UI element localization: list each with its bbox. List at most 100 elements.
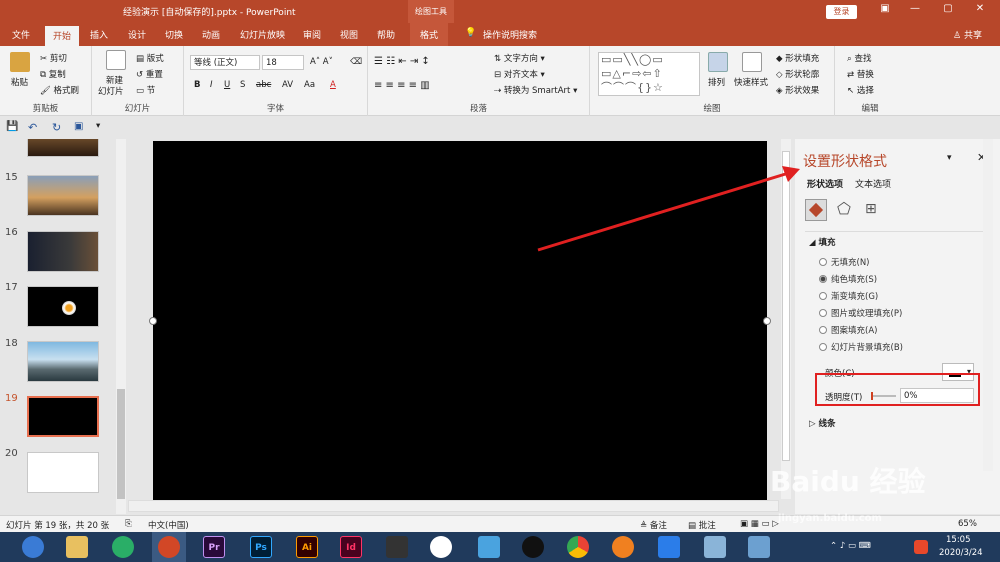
start-slideshow-icon[interactable]: ▣ <box>74 121 83 132</box>
notes-button[interactable]: ≜ 备注 <box>640 519 667 531</box>
shapes-gallery[interactable]: ▭▭╲╲◯▭ ▭△⌐⇨⇦⇧ ⌒⌒⌒{}☆ <box>598 52 700 96</box>
layout-button[interactable]: ▤ 版式 <box>136 52 164 64</box>
media-player-icon[interactable] <box>430 536 452 558</box>
restore-button[interactable]: ▢ <box>938 3 958 14</box>
thumb-17[interactable] <box>27 286 99 327</box>
font-family-select[interactable]: 等线 (正文) <box>190 55 260 70</box>
file-explorer-icon[interactable] <box>66 536 88 558</box>
qq-icon[interactable] <box>522 536 544 558</box>
shape-fill-button[interactable]: ◆ 形状填充 <box>776 52 819 64</box>
tab-insert[interactable]: 插入 <box>90 28 108 41</box>
login-button[interactable]: 登录 <box>826 5 857 19</box>
copy-button[interactable]: ⧉ 复制 <box>40 68 66 80</box>
reset-button[interactable]: ↺ 重置 <box>136 68 163 80</box>
comments-button[interactable]: ▤ 批注 <box>688 519 716 531</box>
cut-button[interactable]: ✂ 剪切 <box>40 52 67 64</box>
shadow-button[interactable]: S <box>240 80 245 90</box>
tab-shape-options[interactable]: 形状选项 <box>807 177 843 190</box>
redo-icon[interactable]: ↻ <box>52 121 61 134</box>
pane-options-icon[interactable]: ▾ <box>947 153 952 163</box>
tab-home[interactable]: 开始 <box>45 26 80 46</box>
tab-file[interactable]: 文件 <box>12 28 30 41</box>
resize-handle-left[interactable] <box>149 317 157 325</box>
minimize-button[interactable]: — <box>905 3 925 14</box>
thumb-19-selected[interactable] <box>27 396 99 437</box>
tab-transitions[interactable]: 切换 <box>165 28 183 41</box>
radio-no-fill[interactable]: 无填充(N) <box>819 256 870 268</box>
save-icon[interactable]: 💾 <box>6 121 18 132</box>
radio-gradient-fill[interactable]: 渐变填充(G) <box>819 290 878 302</box>
thumbnail-scrollbar[interactable] <box>116 139 126 514</box>
clear-format-icon[interactable]: ⌫ <box>350 57 362 67</box>
scroll-thumb[interactable] <box>117 389 125 499</box>
spellcheck-icon[interactable]: ⎘ <box>125 519 132 529</box>
app-icon-b[interactable] <box>748 536 770 558</box>
bullets-icon[interactable]: ☰ ☷ ⇤ ⇥ ↕ <box>374 56 430 67</box>
thumb-15[interactable] <box>27 175 99 216</box>
strike-button[interactable]: abc <box>256 80 271 90</box>
tab-help[interactable]: 帮助 <box>377 28 395 41</box>
font-size-select[interactable]: 18 <box>262 55 304 70</box>
powerpoint-taskbar-active[interactable] <box>152 532 186 562</box>
view-buttons[interactable]: ▣ ▦ ▭ ▷ <box>740 519 779 529</box>
align-text-button[interactable]: ⊟ 对齐文本 ▾ <box>494 68 545 80</box>
tab-view[interactable]: 视图 <box>340 28 358 41</box>
chrome-icon[interactable] <box>567 536 589 558</box>
quick-styles-icon[interactable] <box>742 52 762 72</box>
premiere-icon[interactable]: Pr <box>203 536 225 558</box>
tab-review[interactable]: 审阅 <box>303 28 321 41</box>
radio-picture-fill[interactable]: 图片或纹理填充(P) <box>819 307 902 319</box>
italic-button[interactable]: I <box>210 80 213 90</box>
arrange-icon[interactable] <box>708 52 728 72</box>
wps-icon[interactable] <box>658 536 680 558</box>
fill-section-header[interactable]: ◢ 填充 <box>809 236 836 248</box>
tab-animations[interactable]: 动画 <box>202 28 220 41</box>
replace-button[interactable]: ⇄ 替换 <box>847 68 874 80</box>
size-properties-icon[interactable]: ⊞ <box>865 201 877 217</box>
thumb-16[interactable] <box>27 231 99 272</box>
browser-360-icon[interactable] <box>22 536 44 558</box>
spacing-button[interactable]: AV <box>282 80 293 90</box>
radio-pattern-fill[interactable]: 图案填充(A) <box>819 324 877 336</box>
tab-text-options[interactable]: 文本选项 <box>855 177 891 190</box>
tab-slideshow[interactable]: 幻灯片放映 <box>240 28 285 41</box>
tell-me-search[interactable]: 操作说明搜索 <box>483 28 537 41</box>
resize-handle-right[interactable] <box>763 317 771 325</box>
thumb-14[interactable] <box>27 139 99 157</box>
undo-icon[interactable]: ↶ <box>28 121 37 134</box>
shape-effects-button[interactable]: ◈ 形状效果 <box>776 84 819 96</box>
paste-button[interactable]: 粘贴 <box>11 76 28 88</box>
system-tray-icons[interactable]: ⌃ ♪ ▭ ⌨ <box>830 541 871 551</box>
close-button[interactable]: ✕ <box>970 3 990 14</box>
paste-icon[interactable] <box>10 52 30 72</box>
shape-outline-button[interactable]: ◇ 形状轮廓 <box>776 68 819 80</box>
grow-font-button[interactable]: A˄ A˅ <box>310 57 333 67</box>
thumb-20[interactable] <box>27 452 99 493</box>
sogou-ime-icon[interactable] <box>914 540 928 554</box>
new-slide-label-2[interactable]: 幻灯片 <box>98 85 124 97</box>
format-painter-button[interactable]: 🖌 格式刷 <box>40 84 79 96</box>
line-section-header[interactable]: ▷ 线条 <box>809 417 836 429</box>
tab-design[interactable]: 设计 <box>128 28 146 41</box>
thumb-18[interactable] <box>27 341 99 382</box>
underline-button[interactable]: U <box>224 80 230 90</box>
new-slide-icon[interactable] <box>106 50 126 70</box>
case-button[interactable]: Aa <box>304 80 315 90</box>
wechat-icon[interactable] <box>112 536 134 558</box>
section-button[interactable]: ▭ 节 <box>136 84 155 96</box>
smartart-button[interactable]: ⇢ 转换为 SmartArt ▾ <box>494 84 577 96</box>
find-button[interactable]: ⌕ 查找 <box>847 52 871 64</box>
pane-scrollbar[interactable] <box>983 139 993 471</box>
bold-button[interactable]: B <box>194 80 200 90</box>
app-icon-a[interactable] <box>704 536 726 558</box>
illustrator-icon[interactable]: Ai <box>296 536 318 558</box>
radio-solid-fill[interactable]: 纯色填充(S) <box>819 273 877 285</box>
ribbon-display-icon[interactable]: ▣ <box>875 3 895 14</box>
effects-pentagon-icon[interactable]: ⬠ <box>837 199 851 218</box>
arrange-button[interactable]: 排列 <box>708 76 725 88</box>
font-color-button[interactable]: A <box>330 80 336 90</box>
indesign-icon[interactable]: Id <box>340 536 362 558</box>
photoshop-icon[interactable]: Ps <box>250 536 272 558</box>
bird-app-icon[interactable] <box>478 536 500 558</box>
select-button[interactable]: ↖ 选择 <box>847 84 874 96</box>
